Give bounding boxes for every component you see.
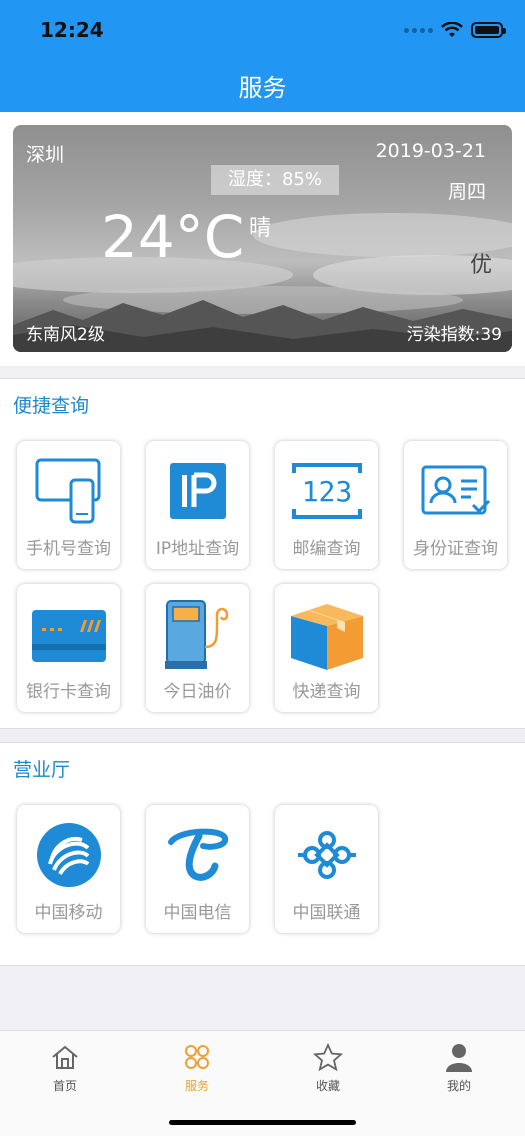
signal-icon	[404, 27, 433, 33]
tab-label: 首页	[52, 1079, 77, 1093]
weather-temperature: 24°C	[101, 203, 245, 271]
status-time: 12:24	[40, 18, 104, 42]
status-icons	[404, 22, 506, 38]
tab-mine[interactable]: 我的	[409, 1041, 509, 1101]
section-title: 营业厅	[13, 759, 71, 781]
weather-condition: 晴	[249, 216, 272, 241]
status-bar: 12:24	[0, 0, 525, 56]
china-mobile-tile[interactable]: 中国移动	[17, 805, 120, 933]
ip-icon	[156, 451, 239, 531]
postcode-123-icon: 123	[285, 451, 368, 531]
home-indicator[interactable]	[169, 1120, 356, 1125]
weather-pollution-index: 污染指数:39	[406, 325, 502, 345]
section-title: 便捷查询	[13, 395, 90, 417]
postcode-query-tile[interactable]: 123 邮编查询	[275, 441, 378, 569]
tab-home[interactable]: 首页	[15, 1041, 115, 1101]
fuel-price-tile[interactable]: 今日油价	[146, 584, 249, 712]
wifi-icon	[441, 22, 463, 37]
bank-card-icon	[27, 594, 110, 674]
tab-service[interactable]: 服务	[147, 1041, 247, 1101]
id-card-query-tile[interactable]: 身份证查询	[404, 441, 507, 569]
ip-query-tile[interactable]: IP地址查询	[146, 441, 249, 569]
weather-city: 深圳	[26, 144, 65, 166]
business-hall-section: 营业厅 中国移动 中国电信 中国联通	[0, 742, 525, 966]
tile-label: 中国联通	[292, 903, 361, 923]
china-unicom-logo	[285, 815, 368, 895]
weather-section: 深圳 2019-03-21 湿度：85% 周四 24°C 晴 优 东南风2级 污…	[0, 112, 525, 366]
tab-label: 服务	[184, 1079, 209, 1093]
tab-label: 我的	[446, 1079, 471, 1093]
home-icon	[15, 1041, 115, 1073]
package-box-icon	[285, 594, 368, 674]
tile-label: IP地址查询	[155, 539, 240, 559]
tab-favorites[interactable]: 收藏	[278, 1041, 378, 1101]
tab-label: 收藏	[315, 1079, 340, 1093]
phone-tablet-icon	[27, 451, 110, 531]
weather-date: 2019-03-21	[375, 140, 486, 162]
tile-label: 银行卡查询	[26, 682, 111, 702]
tile-label: 中国电信	[163, 903, 232, 923]
weather-weekday: 周四	[447, 181, 486, 203]
china-mobile-logo	[27, 815, 110, 895]
page-title: 服务	[238, 74, 287, 102]
tile-label: 身份证查询	[413, 539, 498, 559]
weather-wind: 东南风2级	[26, 325, 105, 345]
fuel-pump-icon	[156, 594, 239, 674]
weather-humidity: 湿度：85%	[211, 165, 339, 195]
express-query-tile[interactable]: 快递查询	[275, 584, 378, 712]
tile-label: 今日油价	[163, 682, 232, 702]
tile-label: 手机号查询	[26, 539, 111, 559]
battery-icon	[471, 22, 506, 38]
bank-card-query-tile[interactable]: 银行卡查询	[17, 584, 120, 712]
tile-label: 中国移动	[34, 903, 103, 923]
svg-text:123: 123	[301, 475, 352, 508]
service-icon	[147, 1041, 247, 1073]
tile-label: 邮编查询	[292, 539, 361, 559]
star-icon	[278, 1041, 378, 1073]
profile-icon	[409, 1041, 509, 1073]
phone-query-tile[interactable]: 手机号查询	[17, 441, 120, 569]
china-telecom-tile[interactable]: 中国电信	[146, 805, 249, 933]
weather-aqi-level: 优	[469, 253, 492, 278]
quick-query-section: 便捷查询 手机号查询 IP地址查询 123 邮编查询 身份证查询 银行卡查询 今…	[0, 378, 525, 729]
weather-card[interactable]: 深圳 2019-03-21 湿度：85% 周四 24°C 晴 优 东南风2级 污…	[13, 125, 512, 352]
tile-label: 快递查询	[292, 682, 361, 702]
china-unicom-tile[interactable]: 中国联通	[275, 805, 378, 933]
id-card-icon	[414, 451, 497, 531]
china-telecom-logo	[156, 815, 239, 895]
navigation-bar: 服务	[0, 56, 525, 112]
